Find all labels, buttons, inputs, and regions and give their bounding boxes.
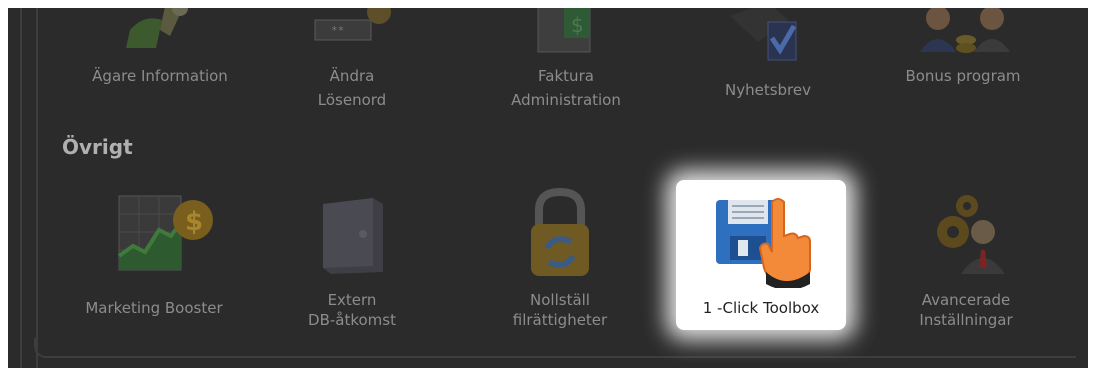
newsletter-check-icon bbox=[728, 8, 808, 66]
tile-avancerade-installningar[interactable]: Avancerade Inställningar bbox=[886, 186, 1046, 329]
tile-label-line-1: Faktura bbox=[538, 67, 594, 85]
floppy-pointer-hand-icon bbox=[706, 192, 816, 288]
tile-nyhetsbrev[interactable]: Nyhetsbrev bbox=[688, 8, 848, 128]
chart-dollar-icon: $ bbox=[89, 186, 219, 276]
users-coins-icon bbox=[908, 8, 1018, 56]
server-icon bbox=[317, 196, 387, 276]
tile-label-line-2: Lösenord bbox=[317, 91, 387, 109]
tile-bonus-program[interactable]: Bonus program bbox=[878, 8, 1048, 128]
section-heading-ovrigt: Övrigt bbox=[62, 135, 133, 159]
gears-user-icon bbox=[921, 188, 1011, 278]
tile-marketing-booster[interactable]: $ Marketing Booster bbox=[64, 186, 244, 326]
tile-extern-db-atkomst[interactable]: Extern DB-åtkomst bbox=[272, 186, 432, 329]
highlighted-tile-1-click-toolbox[interactable]: 1 -Click Toolbox bbox=[676, 180, 846, 330]
dimmed-overlay: Ägare Information ** Ändra Lösenord $ Fa… bbox=[8, 8, 1088, 368]
padlock-refresh-icon bbox=[525, 186, 595, 282]
tile-label-line-2: DB-åtkomst bbox=[308, 311, 396, 329]
svg-text:$: $ bbox=[571, 13, 584, 37]
tile-label-line-1: Avancerade bbox=[921, 291, 1011, 309]
invoice-dollar-icon: $ bbox=[534, 8, 598, 54]
tile-label-line-2: filrättigheter bbox=[512, 311, 608, 329]
tile-label: Marketing Booster bbox=[85, 299, 223, 317]
svg-text:$: $ bbox=[185, 207, 203, 237]
tile-label: 1 -Click Toolbox bbox=[702, 299, 820, 317]
tile-label-line-2: Administration bbox=[511, 91, 621, 109]
password-key-icon: ** bbox=[307, 8, 397, 48]
tile-label-line-2: Inställningar bbox=[919, 311, 1013, 329]
tile-label-line-1: Ändra bbox=[329, 67, 375, 85]
tile-label: Nyhetsbrev bbox=[725, 81, 811, 99]
tile-agare-information[interactable]: Ägare Information bbox=[70, 8, 250, 128]
tile-andra-losenord[interactable]: ** Ändra Lösenord bbox=[272, 8, 432, 128]
tile-label-line-1: Extern bbox=[327, 291, 377, 309]
tile-label-line-1: Nollställ bbox=[530, 291, 590, 309]
tile-nollstall-filrattigheter[interactable]: Nollställ filrättigheter bbox=[480, 186, 640, 329]
tile-label: Bonus program bbox=[905, 67, 1021, 85]
tile-label: Ägare Information bbox=[92, 67, 228, 85]
user-wrench-icon bbox=[120, 8, 200, 48]
left-frame-rail bbox=[12, 8, 1076, 368]
tile-faktura-administration[interactable]: $ Faktura Administration bbox=[486, 8, 646, 128]
svg-text:**: ** bbox=[331, 24, 344, 37]
